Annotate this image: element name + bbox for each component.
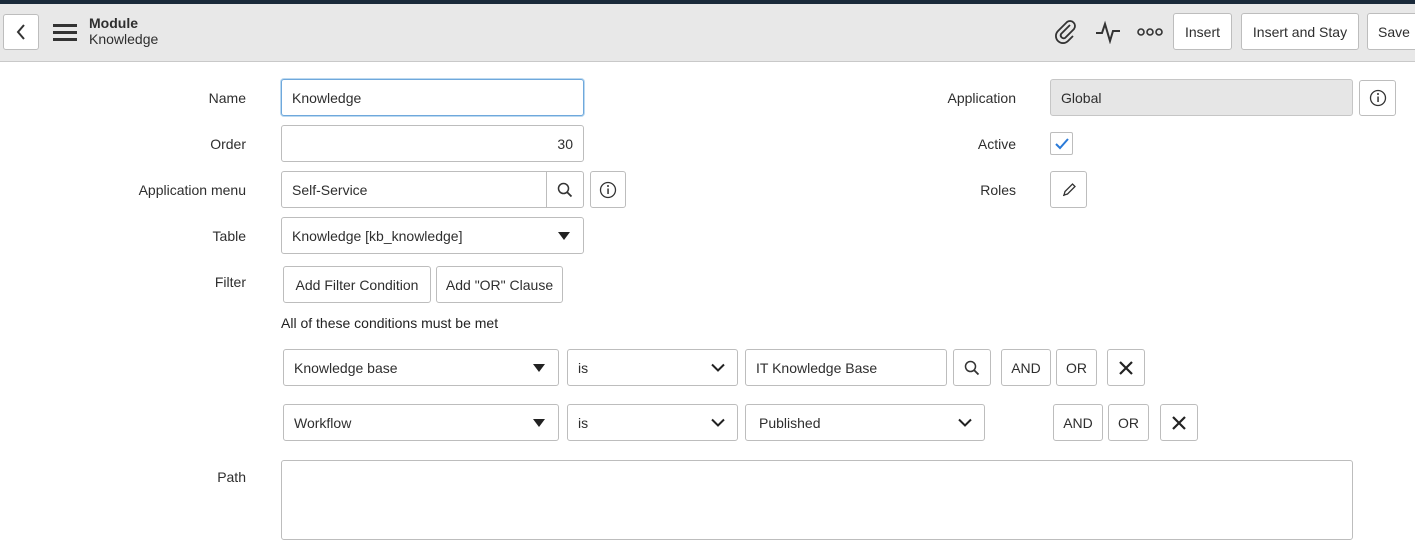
condition-1-field-select[interactable]: Knowledge base [283, 349, 559, 386]
condition-1-operator-select[interactable]: is [567, 349, 738, 386]
path-textarea[interactable] [281, 460, 1353, 540]
back-icon [16, 24, 25, 40]
table-select-value: Knowledge [kb_knowledge] [292, 227, 463, 244]
save-button[interactable]: Save [1367, 13, 1415, 50]
roles-label: Roles [980, 182, 1016, 198]
close-icon [1119, 360, 1133, 375]
order-input[interactable]: 30 [281, 125, 584, 162]
condition-1-operator-value: is [578, 359, 589, 376]
dropdown-triangle-icon [533, 363, 545, 372]
condition-1-delete-button[interactable] [1107, 349, 1145, 386]
application-menu-input[interactable]: Self-Service [281, 171, 547, 208]
chevron-down-icon [711, 418, 725, 427]
name-label: Name [208, 90, 246, 106]
activity-icon[interactable] [1094, 18, 1122, 46]
pencil-icon [1062, 182, 1076, 196]
condition-1-or-button[interactable]: OR [1056, 349, 1097, 386]
back-button[interactable] [3, 14, 39, 50]
condition-2-field-select[interactable]: Workflow [283, 404, 559, 441]
dropdown-triangle-icon [533, 418, 545, 427]
condition-1-field-value: Knowledge base [294, 359, 398, 376]
condition-2-or-button[interactable]: OR [1108, 404, 1149, 441]
path-label: Path [217, 469, 246, 485]
condition-2-value: Published [759, 414, 821, 431]
info-icon [599, 181, 617, 198]
condition-2-operator-value: is [578, 414, 589, 431]
application-info-button[interactable] [1359, 80, 1396, 116]
close-icon [1172, 415, 1186, 430]
search-icon [557, 182, 573, 197]
chevron-down-icon [711, 363, 725, 372]
condition-1-lookup-button[interactable] [953, 349, 991, 386]
table-label: Table [212, 228, 246, 244]
add-filter-condition-button[interactable]: Add Filter Condition [283, 266, 431, 303]
filter-label: Filter [214, 274, 246, 290]
chevron-down-icon [958, 418, 972, 427]
condition-1-value-input[interactable]: IT Knowledge Base [745, 349, 947, 386]
condition-1-and-button[interactable]: AND [1001, 349, 1051, 386]
active-label: Active [977, 136, 1016, 152]
record-type-title: Module [89, 15, 138, 31]
header-title-block: Module Knowledge [89, 15, 158, 47]
filter-conditions-note: All of these conditions must be met [281, 315, 499, 331]
roles-edit-button[interactable] [1050, 171, 1087, 208]
record-name-title: Knowledge [89, 31, 159, 47]
paperclip-icon[interactable] [1052, 18, 1080, 46]
insert-and-stay-button[interactable]: Insert and Stay [1241, 13, 1359, 50]
active-checkbox[interactable] [1050, 132, 1073, 155]
condition-2-field-value: Workflow [294, 414, 352, 431]
search-icon [964, 360, 980, 375]
condition-2-and-button[interactable]: AND [1053, 404, 1103, 441]
hamburger-menu-icon[interactable] [50, 20, 80, 44]
application-label: Application [947, 90, 1017, 106]
name-input[interactable]: Knowledge [281, 79, 584, 116]
info-icon [1369, 89, 1386, 107]
application-readonly-field: Global [1050, 79, 1353, 116]
insert-button[interactable]: Insert [1173, 13, 1232, 50]
table-select[interactable]: Knowledge [kb_knowledge] [281, 217, 584, 254]
dropdown-triangle-icon [558, 231, 570, 240]
condition-2-value-select[interactable]: Published [745, 404, 985, 441]
more-options-icon[interactable] [1136, 22, 1164, 42]
add-or-clause-button[interactable]: Add "OR" Clause [436, 266, 563, 303]
application-menu-info-button[interactable] [590, 171, 626, 208]
condition-2-delete-button[interactable] [1160, 404, 1198, 441]
application-menu-lookup-button[interactable] [546, 171, 584, 208]
application-menu-label: Application menu [138, 182, 246, 198]
order-label: Order [210, 136, 246, 152]
condition-2-operator-select[interactable]: is [567, 404, 738, 441]
checkmark-icon [1054, 137, 1069, 149]
